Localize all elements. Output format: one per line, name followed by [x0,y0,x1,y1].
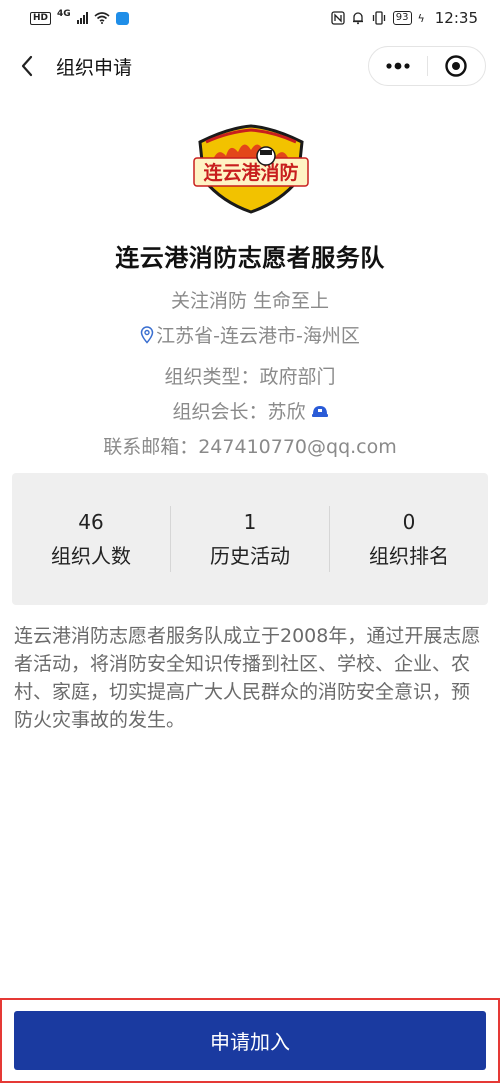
battery-indicator: 93 [392,11,412,25]
org-leader-text: 组织会长：苏欣 [172,401,306,423]
clock: 12:35 [434,9,478,27]
charging-icon: ϟ [417,11,425,25]
mini-program-capsule [368,46,486,86]
stat-value: 46 [78,510,104,534]
target-close-icon [445,55,467,77]
stat-label: 历史活动 [210,544,290,568]
stat-activity-count: 1 历史活动 [171,508,329,570]
more-dots-icon [386,62,410,70]
stat-value: 0 [402,510,416,534]
org-slogan: 关注消防 生命至上 [170,290,330,312]
status-bar: HD 4G 93 ϟ 12:35 [0,0,500,36]
org-description: 连云港消防志愿者服务队成立于2008年，通过开展志愿者活动，将消防安全知识传播到… [14,625,481,731]
stat-value: 1 [243,510,257,534]
org-leader: 组织会长：苏欣 [0,397,500,424]
more-button[interactable] [369,47,427,85]
alarm-icon [352,12,363,25]
stat-member-count: 46 组织人数 [12,508,170,570]
org-logo: 连云港消防 [188,122,314,214]
org-location: 江苏省-连云港市-海州区 [0,321,500,348]
vibrate-icon [372,11,385,25]
network-type: 4G [57,9,71,19]
chevron-left-icon [21,55,33,77]
org-type: 组织类型：政府部门 [164,366,336,388]
stat-label: 组织人数 [51,544,131,568]
nfc-icon [331,11,345,25]
org-name: 连云港消防志愿者服务队 [115,244,385,272]
wifi-icon [94,12,110,24]
stat-ranking: 0 组织排名 [330,508,488,570]
location-pin-icon [140,325,154,344]
logo-text: 连云港消防 [203,161,298,184]
signal-icon [76,12,88,24]
stat-label: 组织排名 [369,544,449,568]
leader-badge-icon [311,405,328,417]
hd-badge: HD [30,11,52,25]
close-mini-program-button[interactable] [428,47,486,85]
org-application-page: HD 4G 93 ϟ 12:35 组织申请 连云港消防 连云港消防志愿者服务队 … [0,0,500,1083]
stats-card: 46 组织人数 1 历史活动 0 组织排名 [12,473,488,605]
apply-join-button[interactable]: 申请加入 [14,1011,486,1070]
page-title: 组织申请 [56,56,133,79]
join-button-container: 申请加入 [0,998,500,1083]
back-button[interactable] [2,40,52,92]
org-email: 联系邮箱：247410770@qq.com [103,436,397,458]
navigation-bar: 组织申请 [0,40,500,92]
app-notification-icon [115,11,129,25]
org-location-text: 江苏省-连云港市-海州区 [156,325,360,347]
status-bar-left: HD 4G [30,9,129,25]
status-bar-right: 93 ϟ 12:35 [331,9,478,27]
